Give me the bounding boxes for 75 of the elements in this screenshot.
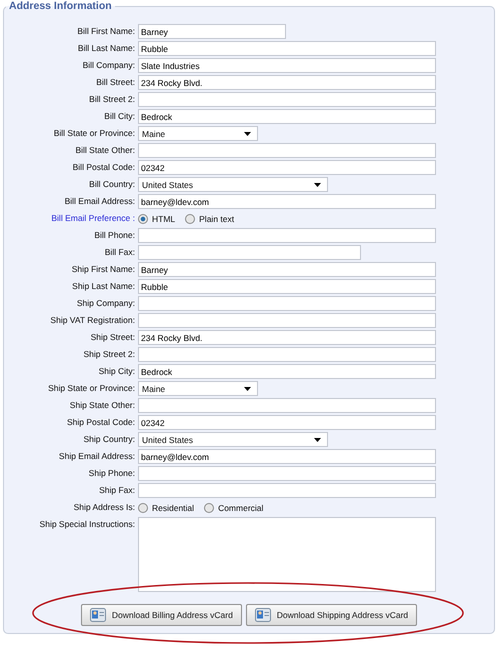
text-field[interactable]: Barney — [138, 262, 436, 277]
field-label: Bill Fax: — [104, 246, 135, 259]
text-field[interactable] — [138, 228, 436, 243]
field-label: Bill Email Preference : — [50, 212, 135, 225]
field-label: Ship Street: — [90, 331, 135, 344]
field-label: Ship Last Name: — [71, 280, 135, 293]
caret-icon — [314, 182, 321, 186]
text-field[interactable]: 234 Rocky Blvd. — [138, 75, 436, 90]
text-field[interactable] — [138, 483, 436, 498]
dropdown[interactable]: Maine — [138, 126, 258, 141]
field-label: Ship First Name: — [70, 263, 135, 276]
radio-label: HTML — [152, 214, 176, 224]
dropdown[interactable]: Maine — [138, 381, 258, 396]
field-label: Ship Fax: — [98, 484, 135, 497]
caret-icon — [244, 386, 251, 390]
radio-button[interactable] — [138, 502, 148, 512]
radio-button[interactable] — [204, 502, 214, 512]
text-field[interactable]: barney@ldev.com — [138, 194, 436, 209]
text-field[interactable]: 02342 — [138, 415, 436, 430]
contact-card-icon — [90, 608, 106, 622]
field-label: Bill City: — [103, 110, 135, 123]
field-label: Bill First Name: — [76, 25, 135, 38]
field-label: Ship VAT Registration: — [49, 314, 135, 327]
field-label: Bill State Other: — [74, 144, 135, 157]
text-field[interactable]: Rubble — [138, 279, 436, 294]
field-label: Bill Company: — [82, 59, 135, 72]
field-label: Ship State Other: — [68, 399, 135, 412]
radio-button[interactable] — [138, 214, 148, 224]
text-field[interactable]: Barney — [138, 24, 286, 39]
text-area[interactable] — [138, 517, 436, 592]
field-label: Bill Street 2: — [88, 93, 135, 106]
field-label: Ship State or Province: — [47, 382, 135, 395]
text-field[interactable]: Slate Industries — [138, 58, 436, 73]
field-label: Ship Street 2: — [82, 348, 135, 361]
text-field[interactable]: 234 Rocky Blvd. — [138, 330, 436, 345]
contact-card-icon — [254, 608, 271, 622]
field-label: Ship Email Address: — [58, 450, 135, 463]
field-label: Ship Address Is: — [72, 501, 135, 514]
text-field[interactable]: Bedrock — [138, 364, 436, 379]
text-field[interactable] — [138, 466, 436, 481]
dropdown[interactable]: United States — [138, 177, 328, 192]
radio-label: Plain text — [199, 214, 234, 224]
radio-button[interactable] — [185, 214, 196, 224]
section-title: Address Information — [8, 0, 113, 12]
text-field[interactable]: 02342 — [138, 160, 436, 175]
field-label: Bill Email Address: — [64, 195, 135, 208]
text-field[interactable] — [138, 313, 436, 328]
field-label: Bill Street: — [95, 76, 135, 89]
field-label: Ship Country: — [82, 433, 135, 446]
field-label: Ship Phone: — [88, 467, 135, 480]
text-field[interactable] — [138, 398, 436, 413]
field-label: Ship Special Instructions: — [38, 518, 135, 531]
field-label: Ship Company: — [76, 297, 135, 310]
text-field[interactable]: barney@ldev.com — [138, 449, 436, 464]
text-field[interactable]: Rubble — [138, 41, 436, 56]
text-field[interactable] — [138, 296, 436, 311]
field-label: Bill State or Province: — [52, 127, 135, 140]
field-label: Bill Last Name: — [76, 42, 135, 55]
radio-label: Commercial — [218, 502, 264, 512]
field-label: Ship City: — [98, 365, 135, 378]
caret-icon — [314, 438, 321, 442]
download-button[interactable]: Download Billing Address vCard — [80, 604, 242, 626]
field-label: Ship Postal Code: — [66, 416, 135, 429]
field-label: Bill Phone: — [93, 229, 135, 242]
text-field[interactable] — [138, 347, 436, 362]
field-label: Bill Country: — [88, 178, 135, 191]
text-field[interactable]: Bedrock — [138, 109, 436, 124]
text-field[interactable] — [138, 143, 436, 158]
caret-icon — [244, 132, 251, 136]
dropdown[interactable]: United States — [138, 432, 328, 447]
download-button[interactable]: Download Shipping Address vCard — [246, 604, 418, 626]
text-field[interactable] — [138, 245, 361, 260]
field-label: Bill Postal Code: — [72, 161, 135, 174]
text-field[interactable] — [138, 92, 436, 107]
radio-label: Residential — [152, 502, 194, 512]
